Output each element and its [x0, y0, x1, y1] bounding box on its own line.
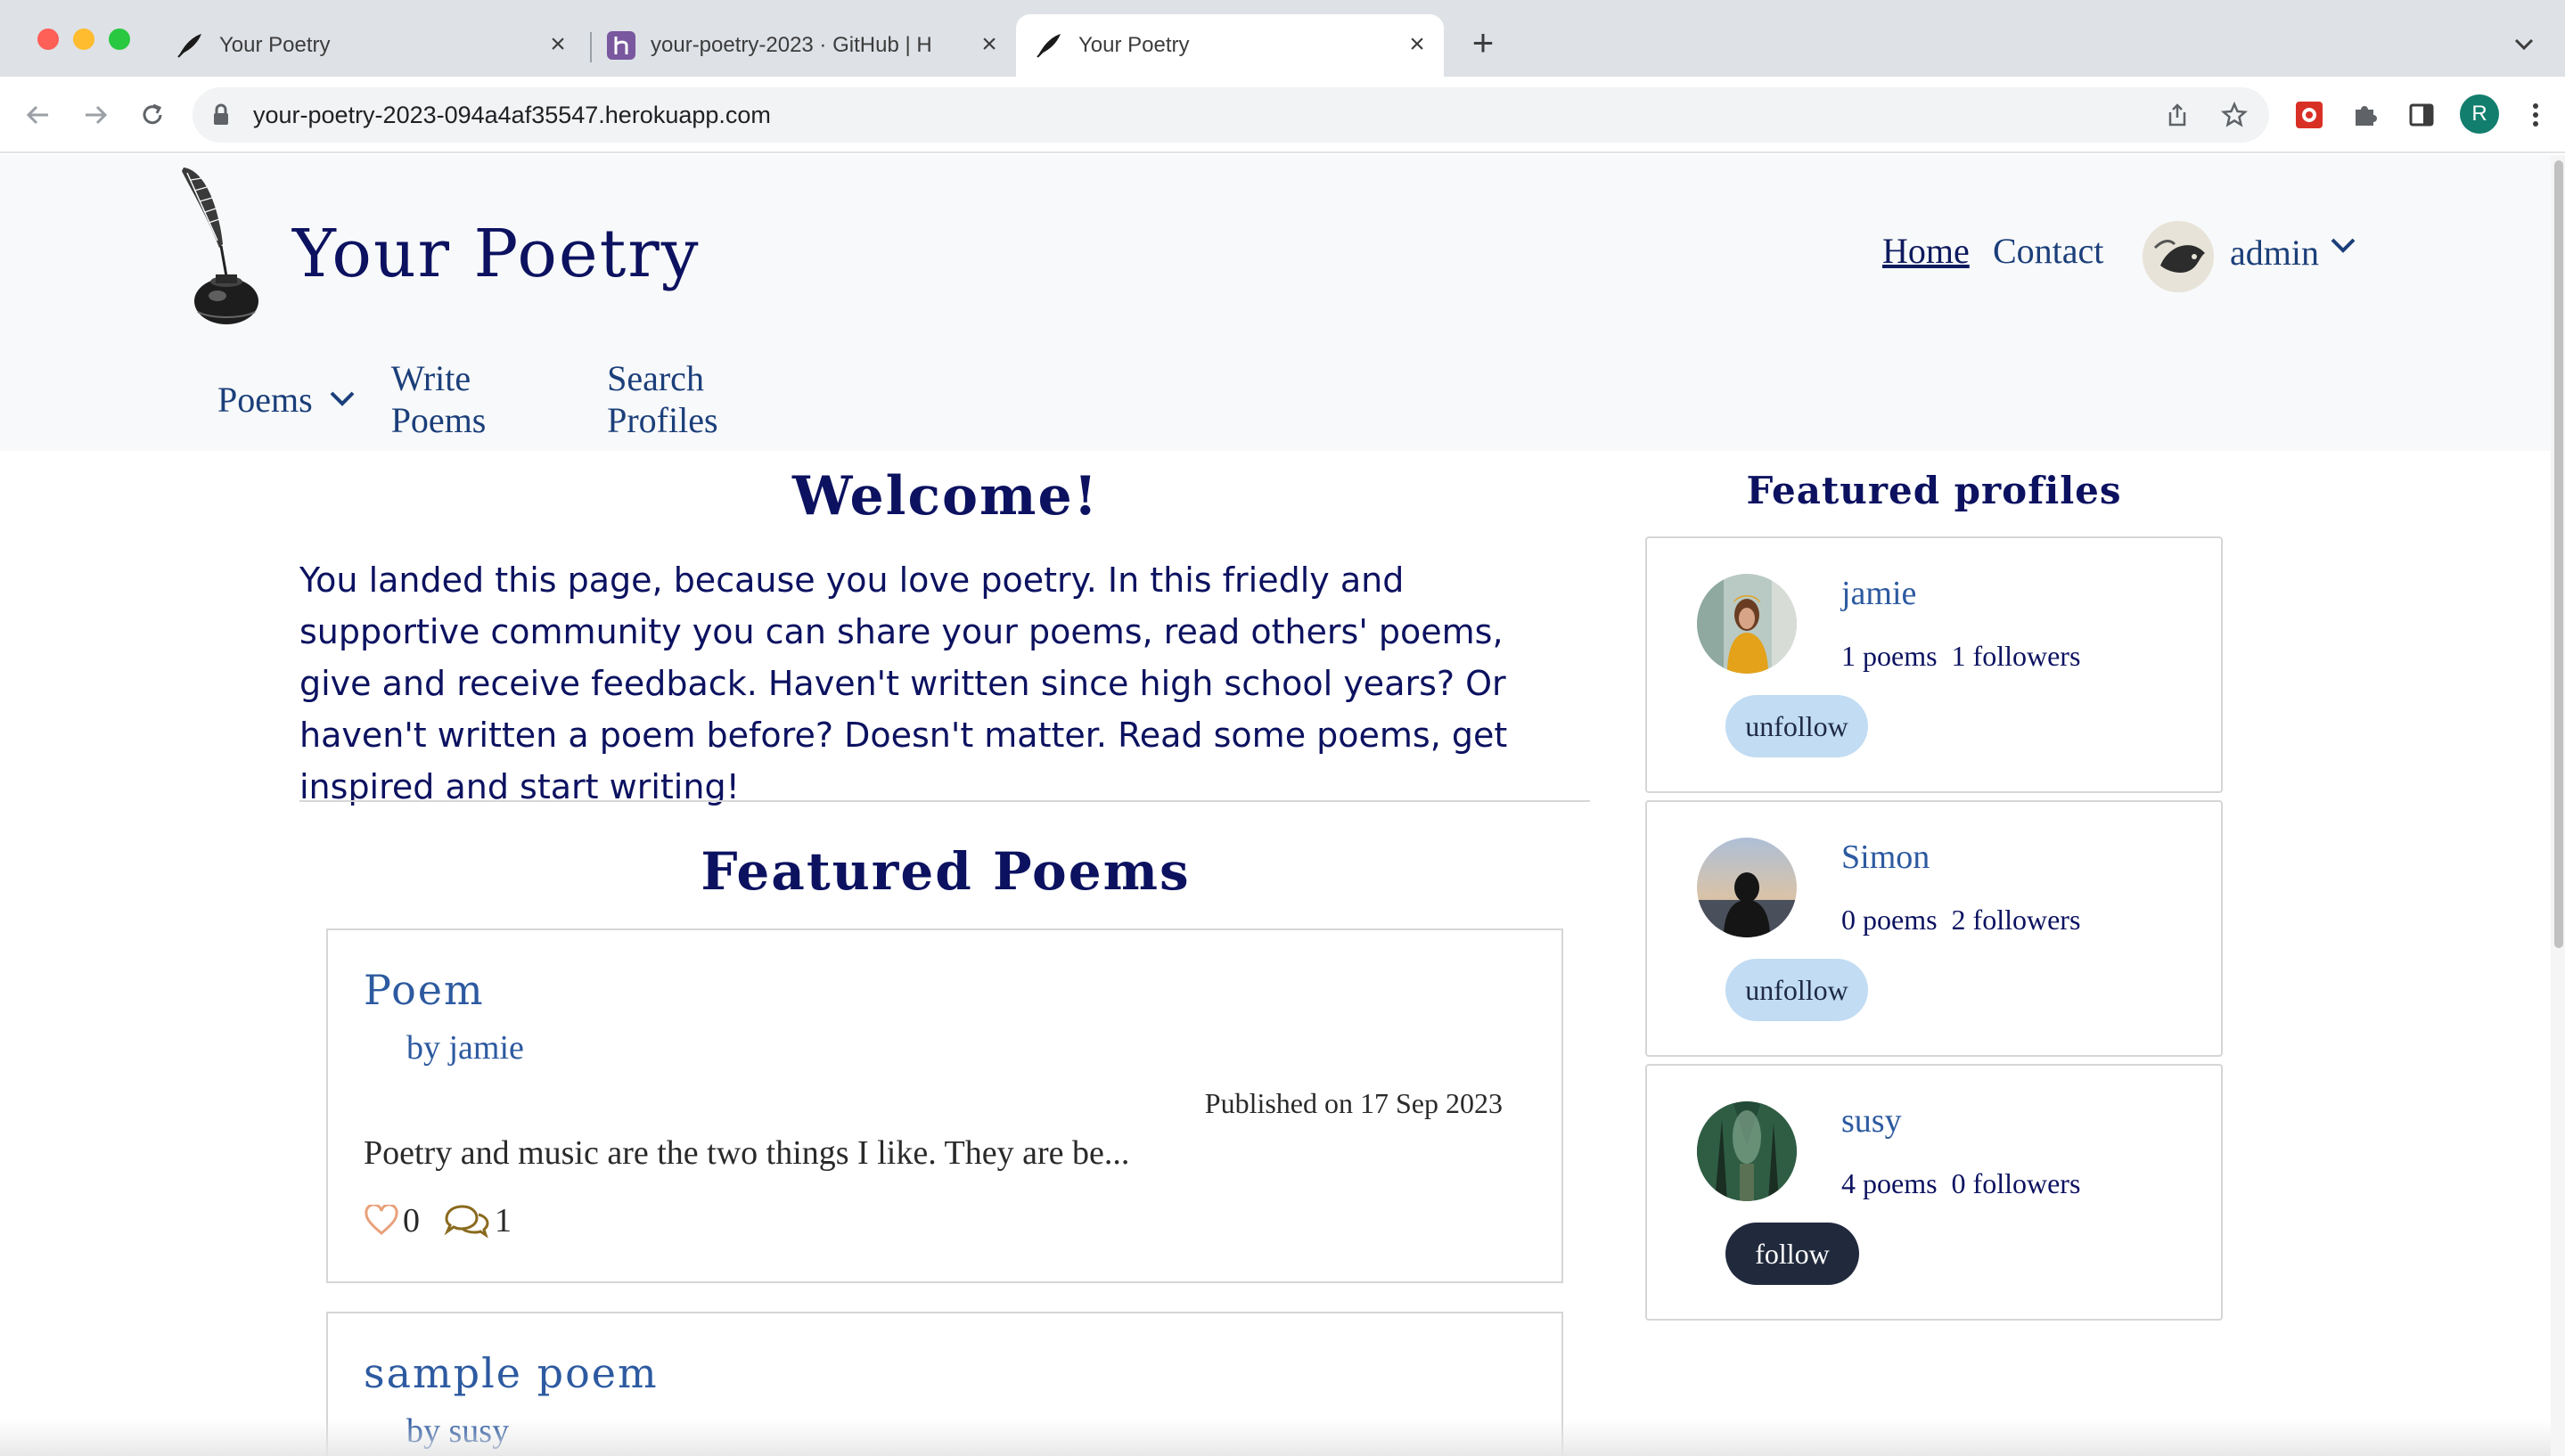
- write-poems-link[interactable]: Write Poems: [391, 357, 571, 441]
- browser-toolbar: your-poetry-2023-094a4af35547.herokuapp.…: [0, 77, 2565, 153]
- browser-profile-avatar[interactable]: R: [2460, 94, 2499, 134]
- chevron-down-icon: [330, 391, 355, 406]
- welcome-heading: Welcome!: [791, 465, 1099, 528]
- close-tab-icon[interactable]: ×: [975, 29, 1004, 59]
- poem-count: 0 poems: [1841, 904, 1938, 936]
- welcome-paragraph: You landed this page, because you love p…: [299, 560, 1508, 806]
- profile-stats: 0 poems 2 followers: [1841, 904, 2080, 937]
- chevron-down-icon[interactable]: [2330, 237, 2356, 259]
- web-page: Your Poetry Home Contact admin Poems Wri…: [0, 155, 2551, 1456]
- featured-poems-heading: Featured Poems: [701, 841, 1191, 902]
- follower-count: 2 followers: [1951, 904, 2081, 936]
- follow-button[interactable]: follow: [1725, 1223, 1859, 1285]
- back-arrow-icon[interactable]: [18, 94, 59, 135]
- browser-tab-1[interactable]: Your Poetry ×: [175, 14, 585, 77]
- tab-title: Your Poetry: [1078, 33, 1190, 57]
- forward-arrow-icon[interactable]: [75, 94, 116, 135]
- profile-name-link[interactable]: susy: [1841, 1101, 1902, 1141]
- admin-avatar[interactable]: [2143, 221, 2214, 292]
- browser-tab-2[interactable]: your-poetry-2023 · GitHub | H ×: [606, 14, 1016, 77]
- quill-inkwell-logo[interactable]: [175, 162, 269, 328]
- nav-home-link[interactable]: Home: [1882, 230, 1970, 272]
- heroku-icon: [606, 30, 636, 61]
- close-tab-icon[interactable]: ×: [1403, 29, 1431, 59]
- poem-published-date: Published on 17 Sep 2023: [1204, 1087, 1503, 1119]
- minimize-window-button[interactable]: [73, 29, 94, 50]
- nav-contact-link[interactable]: Contact: [1993, 230, 2103, 272]
- feather-icon: [1034, 30, 1064, 61]
- profile-avatar[interactable]: [1697, 838, 1797, 937]
- poem-card[interactable]: Poem by jamie Published on 17 Sep 2023 P…: [326, 928, 1563, 1283]
- unfollow-button[interactable]: unfollow: [1725, 695, 1868, 757]
- bookmark-star-icon[interactable]: [2219, 100, 2249, 130]
- follower-count: 1 followers: [1951, 640, 2081, 672]
- lock-icon[interactable]: [212, 103, 230, 131]
- browser-tab-3-active[interactable]: Your Poetry ×: [1016, 14, 1444, 77]
- site-title[interactable]: Your Poetry: [292, 216, 701, 292]
- tab-separator: [590, 32, 592, 62]
- tab-title: Your Poetry: [219, 33, 331, 57]
- side-panel-icon[interactable]: [2403, 96, 2440, 134]
- extension-red-icon[interactable]: [2290, 96, 2328, 134]
- close-window-button[interactable]: [37, 29, 59, 50]
- profile-card: Simon 0 poems 2 followers unfollow: [1645, 800, 2223, 1057]
- profile-avatar[interactable]: [1697, 1101, 1797, 1201]
- poem-count: 1 poems: [1841, 640, 1938, 672]
- profile-stats: 1 poems 1 followers: [1841, 640, 2080, 673]
- tab-title: your-poetry-2023 · GitHub | H: [651, 33, 932, 57]
- maximize-window-button[interactable]: [109, 29, 130, 50]
- poem-title-link[interactable]: sample poem: [364, 1349, 659, 1397]
- profile-stats: 4 poems 0 followers: [1841, 1167, 2080, 1200]
- browser-tab-bar: Your Poetry × your-poetry-2023 · GitHub …: [0, 0, 2565, 77]
- secondary-nav: Poems Write Poems Search Profiles: [182, 348, 820, 451]
- poem-excerpt: Poetry and music are the two things I li…: [364, 1134, 1130, 1172]
- profile-avatar[interactable]: [1697, 574, 1797, 674]
- page-bottom-fade: [0, 1420, 2551, 1456]
- reload-icon[interactable]: [132, 94, 173, 135]
- share-icon[interactable]: [2162, 100, 2192, 130]
- browser-menu-icon[interactable]: [2517, 96, 2554, 134]
- address-bar[interactable]: your-poetry-2023-094a4af35547.herokuapp.…: [193, 87, 2269, 143]
- close-tab-icon[interactable]: ×: [544, 29, 572, 59]
- comment-count: 1: [495, 1202, 512, 1239]
- profile-card: jamie 1 poems 1 followers unfollow: [1645, 536, 2223, 793]
- chevron-down-icon[interactable]: [2506, 27, 2542, 62]
- poems-dropdown-label: Poems: [217, 379, 313, 420]
- profile-name-link[interactable]: jamie: [1841, 574, 1916, 613]
- poem-author-link[interactable]: by jamie: [406, 1028, 524, 1067]
- new-tab-icon[interactable]: +: [1465, 21, 1501, 63]
- unfollow-button[interactable]: unfollow: [1725, 959, 1868, 1021]
- poem-count: 4 poems: [1841, 1167, 1938, 1199]
- scrollbar-thumb[interactable]: [2554, 160, 2563, 948]
- comments-icon[interactable]: [443, 1203, 491, 1239]
- feather-icon: [175, 30, 205, 61]
- profile-card: susy 4 poems 0 followers follow: [1645, 1064, 2223, 1321]
- search-profiles-link[interactable]: Search Profiles: [607, 357, 820, 441]
- profile-name-link[interactable]: Simon: [1841, 838, 1930, 877]
- follower-count: 0 followers: [1951, 1167, 2081, 1199]
- like-count: 0: [403, 1202, 420, 1239]
- heart-icon[interactable]: [364, 1205, 399, 1237]
- url-text: your-poetry-2023-094a4af35547.herokuapp.…: [253, 102, 771, 128]
- poem-title-link[interactable]: Poem: [364, 966, 485, 1014]
- user-menu-label[interactable]: admin: [2230, 232, 2319, 274]
- poems-dropdown[interactable]: Poems: [217, 379, 356, 421]
- section-divider: [299, 800, 1590, 802]
- puzzle-extensions-icon[interactable]: [2346, 96, 2383, 134]
- poem-stats: 0 1: [364, 1201, 535, 1240]
- featured-profiles-heading: Featured profiles: [1746, 469, 2122, 512]
- site-header: Your Poetry Home Contact admin Poems Wri…: [0, 155, 2551, 451]
